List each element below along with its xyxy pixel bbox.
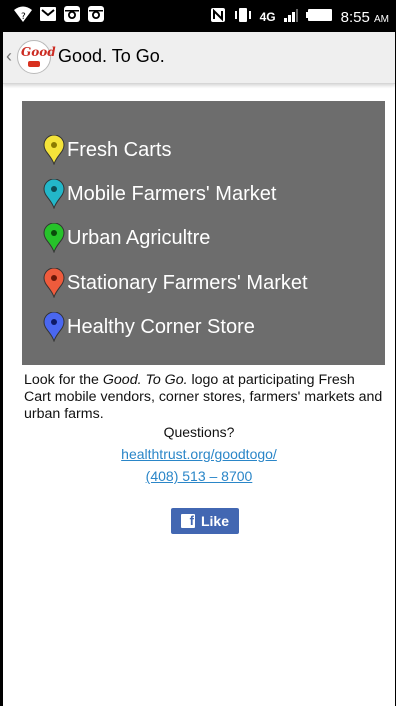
network-type: 4G xyxy=(259,10,276,24)
status-bar: ? 4G 8:55 AM xyxy=(3,0,395,32)
nfc-icon xyxy=(210,7,226,27)
phone-link-row: (408) 513 – 8700 xyxy=(3,468,395,484)
website-link-row: healthtrust.org/goodtogo/ xyxy=(3,446,395,462)
svg-text:?: ? xyxy=(21,12,26,22)
page-title: Good. To Go. xyxy=(58,46,165,66)
map-pin-icon xyxy=(43,223,65,253)
intro-text-emphasis: Good. To Go. xyxy=(102,372,188,388)
map-pin-icon xyxy=(43,135,65,165)
pin-shape xyxy=(43,135,65,165)
website-link[interactable]: healthtrust.org/goodtogo/ xyxy=(121,446,277,462)
instagram-icon xyxy=(63,5,81,28)
facebook-icon: f xyxy=(180,514,195,528)
clock-time: 8:55 xyxy=(340,8,370,26)
legend-label: Fresh Carts xyxy=(67,138,172,161)
map-pin-icon xyxy=(43,312,65,342)
phone-link[interactable]: (408) 513 – 8700 xyxy=(146,468,253,484)
app-screen: ? 4G 8:55 AM ‹ Good Good. To Go. Fresh C… xyxy=(3,0,395,706)
intro-text-start: Look for the xyxy=(24,372,103,388)
legend-label: Mobile Farmers' Market xyxy=(67,182,277,205)
mail-icon xyxy=(39,5,57,28)
clock-ampm: AM xyxy=(374,13,389,25)
map-pin-icon xyxy=(43,268,65,298)
legend-item-mobile-farmers-market: Mobile Farmers' Market xyxy=(43,179,276,209)
legend-label: Urban Agricultre xyxy=(67,226,211,249)
vibrate-icon xyxy=(233,7,253,27)
legend-item-fresh-carts: Fresh Carts xyxy=(43,135,171,165)
app-logo-text: Good xyxy=(21,45,56,59)
app-logo-badge xyxy=(28,61,40,67)
legend-item-urban-agriculture: Urban Agricultre xyxy=(43,223,210,253)
intro-text: Look for the Good. To Go. logo at partic… xyxy=(24,372,384,423)
app-bar: ‹ Good Good. To Go. xyxy=(3,32,395,84)
questions-label: Questions? xyxy=(163,424,235,440)
legend-label: Healthy Corner Store xyxy=(67,315,255,338)
clock: 8:55 AM xyxy=(341,9,389,26)
instagram-icon xyxy=(87,5,105,28)
battery-icon xyxy=(305,8,334,26)
legend-item-stationary-farmers-market: Stationary Farmers' Market xyxy=(43,268,308,298)
app-logo[interactable]: Good xyxy=(17,40,56,74)
wifi-question-icon: ? xyxy=(13,5,33,28)
map-pin-icon xyxy=(43,179,65,209)
signal-icon xyxy=(283,7,299,27)
map-legend: Fresh Carts Mobile Farmers' Market Urban… xyxy=(22,101,385,365)
like-label: Like xyxy=(200,513,229,529)
facebook-like-button[interactable]: f Like xyxy=(171,508,239,534)
legend-item-healthy-corner-store: Healthy Corner Store xyxy=(43,312,255,342)
status-left-icons: ? xyxy=(13,5,105,28)
status-right-icons: 4G 8:55 AM xyxy=(210,7,389,27)
legend-label: Stationary Farmers' Market xyxy=(67,271,308,294)
back-chevron-icon[interactable]: ‹ xyxy=(6,46,12,67)
